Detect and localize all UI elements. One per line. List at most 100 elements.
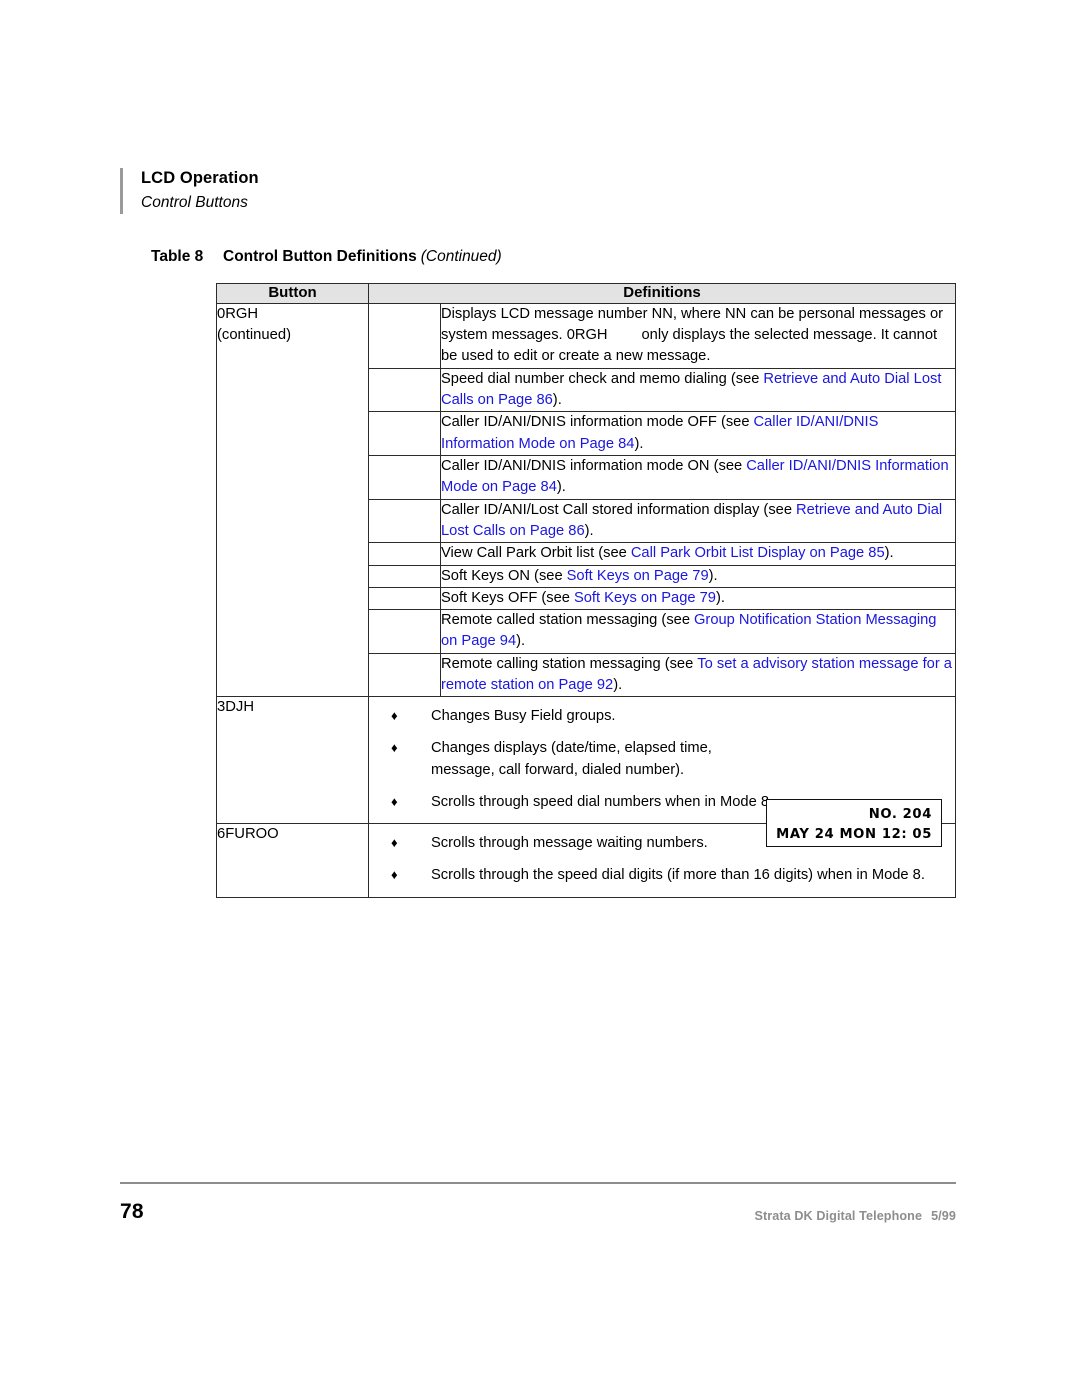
definition-text: Caller ID/ANI/DNIS information mode ON (…: [441, 456, 955, 499]
cross-reference-link[interactable]: Call Park Orbit List Display: [631, 545, 806, 561]
cross-reference-link[interactable]: Soft Keys: [574, 590, 637, 606]
list-item: ♦ Changes displays (date/time, elapsed t…: [369, 738, 943, 782]
definition-lead: Caller ID/ANI/DNIS information mode ON (…: [441, 457, 743, 474]
definition-text: Caller ID/ANI/Lost Call stored informati…: [441, 500, 955, 543]
document-page: LCD Operation Control Buttons Table 8 Con…: [0, 0, 1080, 1397]
definition-cell: Speed dial number check and memo dialing…: [440, 367, 956, 413]
column-header-definitions: Definitions: [368, 283, 956, 304]
cross-reference-page[interactable]: on Page 84: [482, 479, 557, 495]
definition-text: Speed dial number check and memo dialing…: [441, 369, 955, 412]
definition-close: ).: [556, 479, 566, 496]
definition-close: ).: [884, 545, 894, 562]
list-item-text: Scrolls through speed dial numbers when …: [431, 793, 774, 810]
definition-text: Displays LCD message number NN, where NN…: [441, 304, 955, 368]
lcd-line-number: NO. 204: [868, 807, 932, 822]
definition-lead: View Call Park Orbit list (see: [441, 545, 627, 562]
list-item-text: Scrolls through the speed dial digits (i…: [431, 867, 925, 884]
button-cell-6furoo: 6FUROO: [216, 823, 369, 898]
definition-cell: View Call Park Orbit list (see Call Park …: [440, 542, 956, 566]
cross-reference-link[interactable]: Group Notification Station Messaging: [694, 612, 936, 628]
definition-cell: Displays LCD message number NN, where NN…: [440, 302, 956, 369]
definition-text: Remote called station messaging (see Grou…: [441, 610, 955, 653]
list-item-text: Changes Busy Field groups.: [431, 708, 616, 725]
column-header-button: Button: [216, 283, 369, 304]
definition-lead: Soft Keys ON (see: [441, 567, 563, 584]
bullet-cell: [368, 411, 441, 456]
definition-cell: Soft Keys OFF (see Soft Keys on Page 79).: [440, 586, 956, 611]
cross-reference-page[interactable]: on Page 92: [538, 677, 613, 693]
bullet-cell: [368, 542, 441, 566]
button-cell-0rgh: 0RGH (continued): [216, 302, 369, 698]
bullet-cell: [368, 498, 441, 544]
table-caption-title: Control Button Definitions: [223, 248, 417, 265]
definition-text: View Call Park Orbit list (see Call Park …: [441, 543, 955, 564]
definition-close: ).: [584, 522, 594, 539]
definition-lead: Speed dial number check and memo dialing…: [441, 370, 760, 387]
list-item-text: Changes displays (date/time, elapsed tim…: [431, 740, 712, 778]
definition-cell: Caller ID/ANI/Lost Call stored informati…: [440, 498, 956, 544]
definition-bullet-list: ♦ Changes Busy Field groups. ♦ Changes d…: [369, 706, 943, 813]
cross-reference-link[interactable]: Soft Keys: [567, 568, 630, 584]
bullet-cell: [368, 609, 441, 654]
bullet-cell: [368, 302, 441, 369]
button-note: (continued): [217, 326, 292, 343]
definition-text: Remote calling station messaging (see To …: [441, 654, 955, 697]
table-caption: Table 8 Control Button Definitions (Contin…: [151, 248, 951, 267]
definition-lead: Caller ID/ANI/Lost Call stored informati…: [441, 501, 793, 518]
button-name: 3DJH: [217, 699, 254, 716]
lcd-display-illustration: NO. 204 MAY 24 MON 12: 05: [766, 799, 942, 847]
page-section-title: LCD Operation: [141, 169, 259, 187]
definition-cell: Remote called station messaging (see Grou…: [440, 609, 956, 654]
cross-reference-page[interactable]: on Page 86: [510, 523, 585, 539]
page-number: 78: [120, 1200, 144, 1223]
footer-document-title: Strata DK Digital Telephone: [754, 1209, 923, 1223]
button-name: 6FUROO: [217, 826, 279, 843]
definition-lead: Caller ID/ANI/DNIS information mode OFF …: [441, 414, 750, 431]
diamond-bullet-icon: ♦: [391, 708, 398, 724]
definition-close: ).: [516, 633, 526, 650]
footer-document-info: Strata DK Digital Telephone 5/99: [754, 1209, 956, 1223]
diamond-bullet-icon: ♦: [391, 793, 398, 809]
button-cell-3djh: 3DJH: [216, 696, 369, 825]
cross-reference-page[interactable]: on Page 79: [633, 568, 708, 584]
table-row: 0RGH (continued) Displays LCD message nu…: [216, 302, 956, 698]
table-caption-continued: (Continued): [420, 248, 502, 265]
definition-close: ).: [552, 392, 562, 408]
cross-reference-page[interactable]: on Page 94: [441, 633, 516, 649]
table-caption-label: Table 8: [151, 248, 204, 265]
definition-close: ).: [715, 589, 725, 606]
definition-cell: Remote calling station messaging (see To …: [440, 652, 956, 698]
cross-reference-page[interactable]: on Page 79: [641, 590, 716, 606]
definition-text: Soft Keys ON (see Soft Keys on Page 79).: [441, 566, 955, 587]
definition-close: ).: [708, 567, 718, 584]
bullet-cell: [368, 564, 441, 588]
cross-reference-page[interactable]: on Page 86: [478, 392, 553, 408]
diamond-bullet-icon: ♦: [391, 740, 398, 756]
definition-cell: Caller ID/ANI/DNIS information mode OFF …: [440, 411, 956, 456]
list-item: ♦ Scrolls through the speed dial digits …: [369, 865, 945, 887]
list-item: ♦ Changes Busy Field groups.: [369, 706, 943, 728]
definition-text: Soft Keys OFF (see Soft Keys on Page 79).: [441, 588, 955, 609]
definition-cell: Soft Keys ON (see Soft Keys on Page 79).: [440, 564, 956, 588]
lcd-line-datetime: MAY 24 MON 12: 05: [776, 827, 932, 843]
definition-lead: Remote called station messaging (see: [441, 612, 690, 629]
definition-cell: Caller ID/ANI/DNIS information mode ON (…: [440, 454, 956, 500]
definition-close: ).: [634, 435, 644, 452]
running-header: LCD Operation Control Buttons: [120, 168, 841, 215]
footer-divider: [120, 1182, 956, 1184]
table-header-row: Button Definitions: [216, 283, 956, 304]
diamond-bullet-icon: ♦: [391, 867, 398, 883]
definition-text: Caller ID/ANI/DNIS information mode OFF …: [441, 412, 955, 455]
cross-reference-page[interactable]: on Page 84: [559, 436, 634, 452]
diamond-bullet-icon: ♦: [391, 835, 398, 851]
bullet-cell: [368, 586, 441, 611]
bullet-cell: [368, 367, 441, 413]
footer-date: 5/99: [931, 1209, 956, 1223]
bullet-cell: [368, 652, 441, 698]
definition-lead: Remote calling station messaging (see: [441, 655, 694, 672]
bullet-cell: [368, 454, 441, 500]
definition-close: ).: [613, 677, 623, 694]
page-subsection-title: Control Buttons: [141, 193, 248, 211]
cross-reference-page[interactable]: on Page 85: [810, 545, 885, 561]
button-name: 0RGH: [217, 305, 259, 322]
